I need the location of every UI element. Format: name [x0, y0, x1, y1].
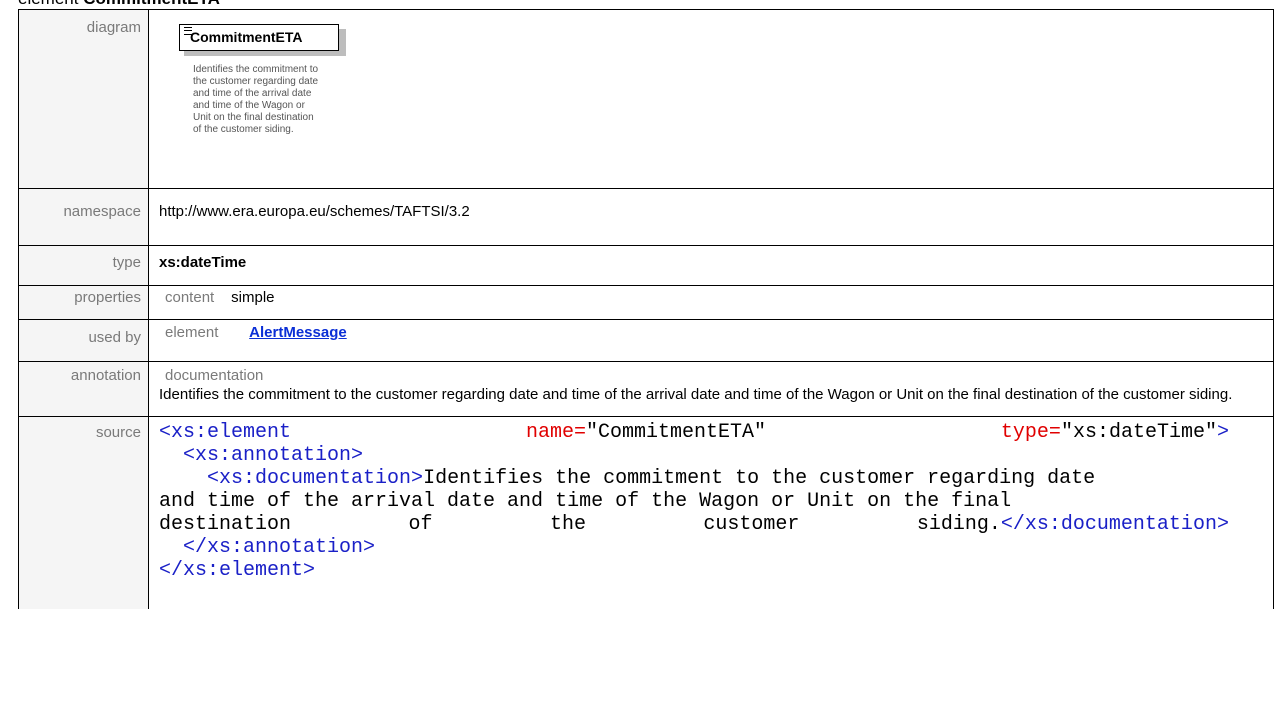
- diagram-desc-line: Identifies the commitment to: [193, 64, 319, 75]
- documentation-text: Identifies the commitment to the custome…: [159, 386, 1233, 403]
- namespace-value: http://www.era.europa.eu/schemes/TAFTSI/…: [148, 188, 1274, 246]
- diagram-desc-line: and time of the Wagon or: [193, 100, 305, 111]
- type-value: xs:dateTime: [148, 245, 1274, 286]
- label-diagram: diagram: [18, 9, 149, 189]
- diagram-description: Identifies the commitment to the custome…: [193, 64, 373, 136]
- source-attr-value: "xs:dateTime": [1060, 421, 1217, 444]
- row-type: type xs:dateTime: [18, 245, 1274, 286]
- source-line-1: <xs:element name="CommitmentETA" type="xs:…: [159, 421, 1229, 444]
- annotation-cell: documentation Identifies the commitment …: [148, 361, 1274, 417]
- row-diagram: diagram CommitmentETA Identifies the com…: [18, 9, 1274, 189]
- type-value-text: xs:dateTime: [159, 254, 247, 271]
- source-tag-close: >: [1216, 421, 1229, 444]
- source-attr-type: type=: [1000, 421, 1061, 444]
- diagram-desc-line: of the customer siding.: [193, 124, 294, 135]
- source-tag: <xs:element: [159, 421, 292, 444]
- title-prefix: element: [18, 0, 78, 8]
- properties-cell: content simple: [148, 285, 1274, 320]
- source-tag: </xs:annotation>: [183, 536, 376, 559]
- source-word: destination: [159, 513, 292, 536]
- source-tag: </xs:element>: [159, 559, 316, 582]
- source-line-3: <xs:documentation>Identifies the commitm…: [159, 467, 1263, 490]
- properties-value: simple: [231, 289, 275, 306]
- row-used-by: used by element AlertMessage: [18, 319, 1274, 362]
- label-properties: properties: [18, 285, 149, 320]
- diagram-element-name: CommitmentETA: [190, 29, 303, 45]
- diagram-desc-line: the customer regarding date: [193, 76, 319, 87]
- documentation-key: documentation: [165, 367, 264, 384]
- used-by-cell: element AlertMessage: [148, 319, 1274, 362]
- source-cell: <xs:element name="CommitmentETA" type="xs:…: [148, 416, 1274, 609]
- label-namespace: namespace: [18, 188, 149, 246]
- row-annotation: annotation documentation Identifies the …: [18, 361, 1274, 417]
- source-word: siding.: [916, 513, 1001, 536]
- source-line-5: destination of the customer siding.</xs:docu…: [159, 513, 1229, 536]
- source-line-4: and time of the arrival date and time of…: [159, 490, 1012, 513]
- label-used-by: used by: [18, 319, 149, 362]
- diagram-element-box[interactable]: CommitmentETA: [179, 24, 339, 51]
- page-title: element CommitmentETA: [18, 0, 220, 9]
- element-doc-table: diagram CommitmentETA Identifies the com…: [18, 9, 1274, 609]
- row-namespace: namespace http://www.era.europa.eu/schem…: [18, 188, 1274, 246]
- source-tag: <xs:annotation>: [183, 444, 364, 467]
- source-word: the: [549, 513, 586, 536]
- source-word: customer: [703, 513, 800, 536]
- source-tag: <xs:documentation>: [207, 467, 424, 490]
- row-properties: properties content simple: [18, 285, 1274, 320]
- element-diagram: CommitmentETA Identifies the commitment …: [179, 24, 399, 174]
- properties-key: content: [165, 289, 215, 306]
- diagram-desc-line: Unit on the final destination: [193, 112, 314, 123]
- label-type: type: [18, 245, 149, 286]
- source-attr-value: "CommitmentETA": [585, 421, 766, 444]
- source-line-2: <xs:annotation>: [159, 444, 1263, 467]
- source-line-6: </xs:annotation>: [159, 536, 1263, 559]
- title-element-name: CommitmentETA: [83, 0, 220, 8]
- source-attr-name: name=: [525, 421, 586, 444]
- row-source: source <xs:element name="CommitmentETA" ty…: [18, 416, 1274, 609]
- source-tag: </xs:documentation>: [1000, 513, 1229, 536]
- label-source: source: [18, 416, 149, 609]
- source-text: Identifies the commitment to the custome…: [423, 467, 1096, 490]
- label-annotation: annotation: [18, 361, 149, 417]
- source-line-7: </xs:element>: [159, 559, 1263, 582]
- source-word: of: [408, 513, 433, 536]
- used-by-key: element: [165, 324, 219, 341]
- source-code: <xs:element name="CommitmentETA" type="xs:…: [159, 421, 1263, 582]
- diagram-desc-line: and time of the arrival date: [193, 88, 312, 99]
- diagram-cell: CommitmentETA Identifies the commitment …: [148, 9, 1274, 189]
- used-by-link-alertmessage[interactable]: AlertMessage: [249, 324, 347, 341]
